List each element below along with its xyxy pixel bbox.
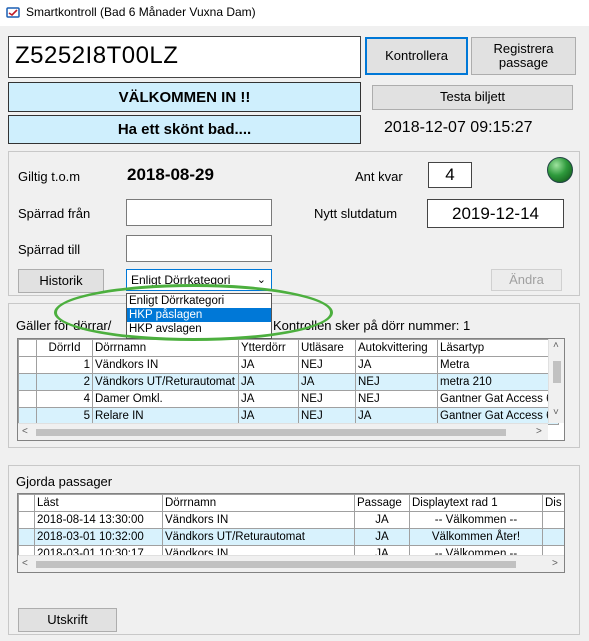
scrollbar-thumb[interactable] xyxy=(36,429,506,436)
scrollbar-thumb[interactable] xyxy=(36,561,516,568)
table-cell: NEJ xyxy=(355,373,438,391)
kontrollera-button[interactable]: Kontrollera xyxy=(365,37,468,75)
utskrift-button[interactable]: Utskrift xyxy=(18,608,117,632)
andra-button[interactable]: Ändra xyxy=(491,269,562,291)
passages-title: Gjorda passager xyxy=(16,474,113,489)
testa-biljett-button[interactable]: Testa biljett xyxy=(372,85,573,110)
table-row[interactable]: 2 Vändkors UT/Returautomat JA JA NEJ met… xyxy=(18,373,559,391)
app-icon xyxy=(6,7,20,18)
window-title: Smartkontroll (Bad 6 Månader Vuxna Dam) xyxy=(26,5,256,19)
welcome-banner: VÄLKOMMEN IN !! xyxy=(8,82,361,112)
table-cell: NEJ xyxy=(298,390,356,408)
doors-vertical-scrollbar[interactable]: ˄ ˅ xyxy=(548,339,564,423)
table-cell xyxy=(542,528,564,546)
row-selector[interactable] xyxy=(18,511,35,529)
col-header[interactable]: Utläsare xyxy=(298,339,356,357)
row-selector[interactable] xyxy=(18,390,37,408)
col-header[interactable]: Displaytext rad 1 xyxy=(409,494,543,512)
table-cell: JA xyxy=(238,390,299,408)
table-cell: Metra xyxy=(437,356,559,374)
table-row[interactable]: 2018-08-14 13:30:00 Vändkors IN JA -- Vä… xyxy=(18,511,564,529)
scroll-right-icon[interactable]: > xyxy=(536,426,542,437)
table-cell: Vändkors UT/Returautomat xyxy=(162,528,355,546)
chevron-down-icon[interactable]: ⌄ xyxy=(257,273,266,286)
table-cell: NEJ xyxy=(355,390,438,408)
table-cell: Gantner Gat Access 6 xyxy=(437,407,559,425)
table-cell: NEJ xyxy=(298,407,356,425)
scroll-left-icon[interactable]: < xyxy=(22,426,28,437)
table-cell: Vändkors UT/Returautomat xyxy=(92,373,239,391)
ant-kvar-label: Ant kvar xyxy=(355,169,403,184)
table-cell: 2 xyxy=(36,373,93,391)
table-cell: Vändkors IN xyxy=(162,511,355,529)
row-selector[interactable] xyxy=(18,528,35,546)
registrera-passage-button[interactable]: Registrera passage xyxy=(471,37,576,75)
col-header[interactable]: Autokvittering xyxy=(355,339,438,357)
table-cell: JA xyxy=(355,407,438,425)
table-row[interactable]: 2018-03-01 10:32:00 Vändkors UT/Returaut… xyxy=(18,528,564,546)
scrollbar-thumb[interactable] xyxy=(553,361,561,383)
row-selector[interactable] xyxy=(18,356,37,374)
row-header-corner xyxy=(18,339,37,357)
nytt-slutdatum-label: Nytt slutdatum xyxy=(314,206,398,221)
current-datetime: 2018-12-07 09:15:27 xyxy=(384,119,533,136)
passages-horizontal-scrollbar[interactable]: < > xyxy=(18,555,564,572)
row-header-corner xyxy=(18,494,35,512)
table-cell: 2018-08-14 13:30:00 xyxy=(34,511,163,529)
col-header[interactable]: Dörrnamn xyxy=(92,339,239,357)
sparrad-till-label: Spärrad till xyxy=(18,242,81,257)
sparrad-fran-input[interactable] xyxy=(126,199,272,226)
doors-horizontal-scrollbar[interactable]: < > xyxy=(18,423,548,440)
row-selector[interactable] xyxy=(18,407,37,425)
table-cell: 2018-03-01 10:32:00 xyxy=(34,528,163,546)
table-cell: Vändkors IN xyxy=(92,356,239,374)
table-cell xyxy=(542,511,564,529)
table-cell: JA xyxy=(298,373,356,391)
status-led-icon xyxy=(547,157,573,183)
table-cell: Damer Omkl. xyxy=(92,390,239,408)
table-cell: Välkommen Åter! xyxy=(409,528,543,546)
table-row[interactable]: 1 Vändkors IN JA NEJ JA Metra xyxy=(18,356,559,374)
sparrad-till-input[interactable] xyxy=(126,235,272,262)
table-cell: Relare IN xyxy=(92,407,239,425)
row-selector[interactable] xyxy=(18,373,37,391)
col-header[interactable]: Ytterdörr xyxy=(238,339,299,357)
historik-button[interactable]: Historik xyxy=(18,269,104,293)
giltig-label: Giltig t.o.m xyxy=(18,169,81,184)
col-header[interactable]: Dis xyxy=(542,494,564,512)
scroll-left-icon[interactable]: < xyxy=(22,558,28,569)
table-cell: JA xyxy=(355,356,438,374)
passages-header-row: Läst Dörrnamn Passage Displaytext rad 1 … xyxy=(18,494,564,512)
table-cell: 5 xyxy=(36,407,93,425)
table-cell: -- Välkommen -- xyxy=(409,511,543,529)
table-cell: 1 xyxy=(36,356,93,374)
col-header[interactable]: Läsartyp xyxy=(437,339,559,357)
message-banner: Ha ett skönt bad.... xyxy=(8,115,361,144)
col-header[interactable]: Läst xyxy=(34,494,163,512)
ant-kvar-value: 4 xyxy=(428,162,472,188)
table-cell: JA xyxy=(238,373,299,391)
card-number-input[interactable]: Z5252I8T00LZ xyxy=(8,36,361,78)
table-cell: JA xyxy=(238,356,299,374)
table-cell: Gantner Gat Access 6 xyxy=(437,390,559,408)
table-cell: JA xyxy=(354,511,410,529)
scroll-down-icon[interactable]: ˅ xyxy=(553,407,559,418)
col-header[interactable]: Passage xyxy=(354,494,410,512)
table-cell: metra 210 xyxy=(437,373,559,391)
scroll-up-icon[interactable]: ˄ xyxy=(553,340,559,351)
scroll-right-icon[interactable]: > xyxy=(552,558,558,569)
giltig-value: 2018-08-29 xyxy=(127,165,214,184)
col-header[interactable]: Dörrnamn xyxy=(162,494,355,512)
highlight-ellipse xyxy=(54,284,333,341)
col-header[interactable]: DörrId xyxy=(36,339,93,357)
table-cell: 4 xyxy=(36,390,93,408)
sparrad-fran-label: Spärrad från xyxy=(18,206,91,221)
doors-header-row: DörrId Dörrnamn Ytterdörr Utläsare Autok… xyxy=(18,339,559,357)
table-row[interactable]: 5 Relare IN JA NEJ JA Gantner Gat Access… xyxy=(18,407,559,425)
table-cell: JA xyxy=(238,407,299,425)
table-cell: NEJ xyxy=(298,356,356,374)
table-cell: JA xyxy=(354,528,410,546)
nytt-slutdatum-value[interactable]: 2019-12-14 xyxy=(427,199,564,228)
table-row[interactable]: 4 Damer Omkl. JA NEJ NEJ Gantner Gat Acc… xyxy=(18,390,559,408)
